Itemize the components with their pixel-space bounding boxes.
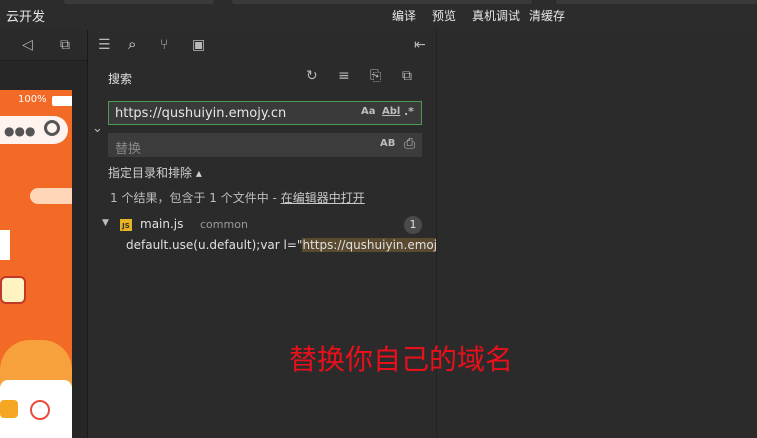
results-summary: 1 个结果，包含于 1 个文件中 - 在编辑器中打开 bbox=[110, 189, 365, 206]
promo-badge bbox=[0, 276, 26, 304]
results-summary-text: 1 个结果，包含于 1 个文件中 - bbox=[110, 191, 281, 205]
js-file-icon: JS bbox=[120, 219, 132, 231]
tab-placeholder[interactable] bbox=[64, 0, 214, 4]
refresh-icon[interactable]: ↻ bbox=[306, 69, 318, 83]
file-name: main.js bbox=[140, 217, 184, 231]
battery-text: 100% bbox=[18, 94, 47, 105]
match-count-badge: 1 bbox=[404, 216, 422, 234]
play-icon[interactable] bbox=[30, 400, 50, 420]
capsule-menu[interactable]: ●●● bbox=[0, 116, 68, 144]
branch-icon[interactable]: ⑂ bbox=[160, 38, 168, 52]
match-prefix: default.use(u.default);var l=" bbox=[126, 238, 303, 252]
clear-results-icon[interactable]: ≡ bbox=[338, 69, 350, 83]
battery-icon bbox=[52, 96, 72, 106]
clear-cache-button[interactable]: 清缓存 bbox=[529, 7, 565, 24]
open-in-editor-link[interactable]: 在编辑器中打开 bbox=[281, 191, 365, 205]
match-case-icon[interactable]: Aa bbox=[361, 106, 376, 117]
file-folder: common bbox=[200, 218, 248, 231]
rotate-icon[interactable]: ◁ bbox=[22, 38, 33, 52]
simulator-screen: 100% ●●● bbox=[0, 90, 72, 438]
include-exclude-toggle[interactable]: 指定目录和排除 ▴ bbox=[108, 164, 202, 181]
whole-word-icon[interactable]: Abl bbox=[382, 106, 400, 117]
tab-placeholder[interactable] bbox=[232, 0, 532, 4]
match-line[interactable]: default.use(u.default);var l="https://qu… bbox=[126, 238, 454, 252]
replace-all-icon[interactable]: ⎙ bbox=[404, 137, 415, 151]
chevron-down-icon[interactable]: ⌄ bbox=[92, 122, 103, 136]
search-icon[interactable]: ⌕ bbox=[128, 37, 136, 52]
new-search-editor-icon[interactable]: ⎘ bbox=[370, 69, 381, 83]
bottom-card bbox=[0, 380, 72, 438]
real-device-debug-button[interactable]: 真机调试 bbox=[472, 7, 520, 24]
simulator-toolbar: ◁ ⧉ bbox=[0, 30, 87, 61]
regex-icon[interactable]: .* bbox=[404, 105, 414, 118]
list-icon[interactable]: ☰ bbox=[98, 38, 111, 52]
simulator-panel: ◁ ⧉ 100% ●●● bbox=[0, 30, 87, 438]
close-mini-icon[interactable] bbox=[44, 120, 60, 136]
annotation-text: 替换你自己的域名 bbox=[289, 343, 514, 376]
activity-toolbar: ☰ ⌕ ⑂ ▣ ⇤ bbox=[88, 30, 436, 60]
expand-icon[interactable]: ▼ bbox=[102, 218, 109, 228]
video-icon[interactable] bbox=[0, 400, 18, 418]
debug-icon[interactable]: ▣ bbox=[192, 38, 205, 52]
replace-placeholder: 替换 bbox=[115, 142, 142, 157]
search-input-value: https://qushuiyin.emojy.cn bbox=[115, 106, 287, 121]
collapse-all-icon[interactable]: ⧉ bbox=[402, 69, 412, 83]
preserve-case-icon[interactable]: AB bbox=[380, 138, 395, 149]
cloud-dev-button[interactable]: 云开发 bbox=[6, 6, 45, 25]
status-bar: 100% bbox=[0, 90, 72, 110]
result-file-row[interactable]: ▼ JS main.js common bbox=[102, 217, 430, 235]
more-icon[interactable]: ●●● bbox=[4, 124, 35, 138]
banner-decoration bbox=[0, 230, 10, 260]
compile-button[interactable]: 编译 bbox=[392, 7, 416, 24]
replace-input[interactable]: 替换 bbox=[108, 133, 422, 157]
top-bar: 云开发 编译 预览 真机调试 清缓存 bbox=[0, 0, 757, 30]
collapse-panel-icon[interactable]: ⇤ bbox=[414, 38, 426, 52]
tab-placeholder[interactable] bbox=[556, 0, 757, 4]
search-title: 搜索 bbox=[108, 72, 133, 86]
preview-button[interactable]: 预览 bbox=[432, 7, 456, 24]
cloud-decoration bbox=[30, 188, 72, 204]
match-highlight: https://qushuiyin.emojy... bbox=[302, 238, 454, 252]
window-icon[interactable]: ⧉ bbox=[60, 38, 70, 52]
